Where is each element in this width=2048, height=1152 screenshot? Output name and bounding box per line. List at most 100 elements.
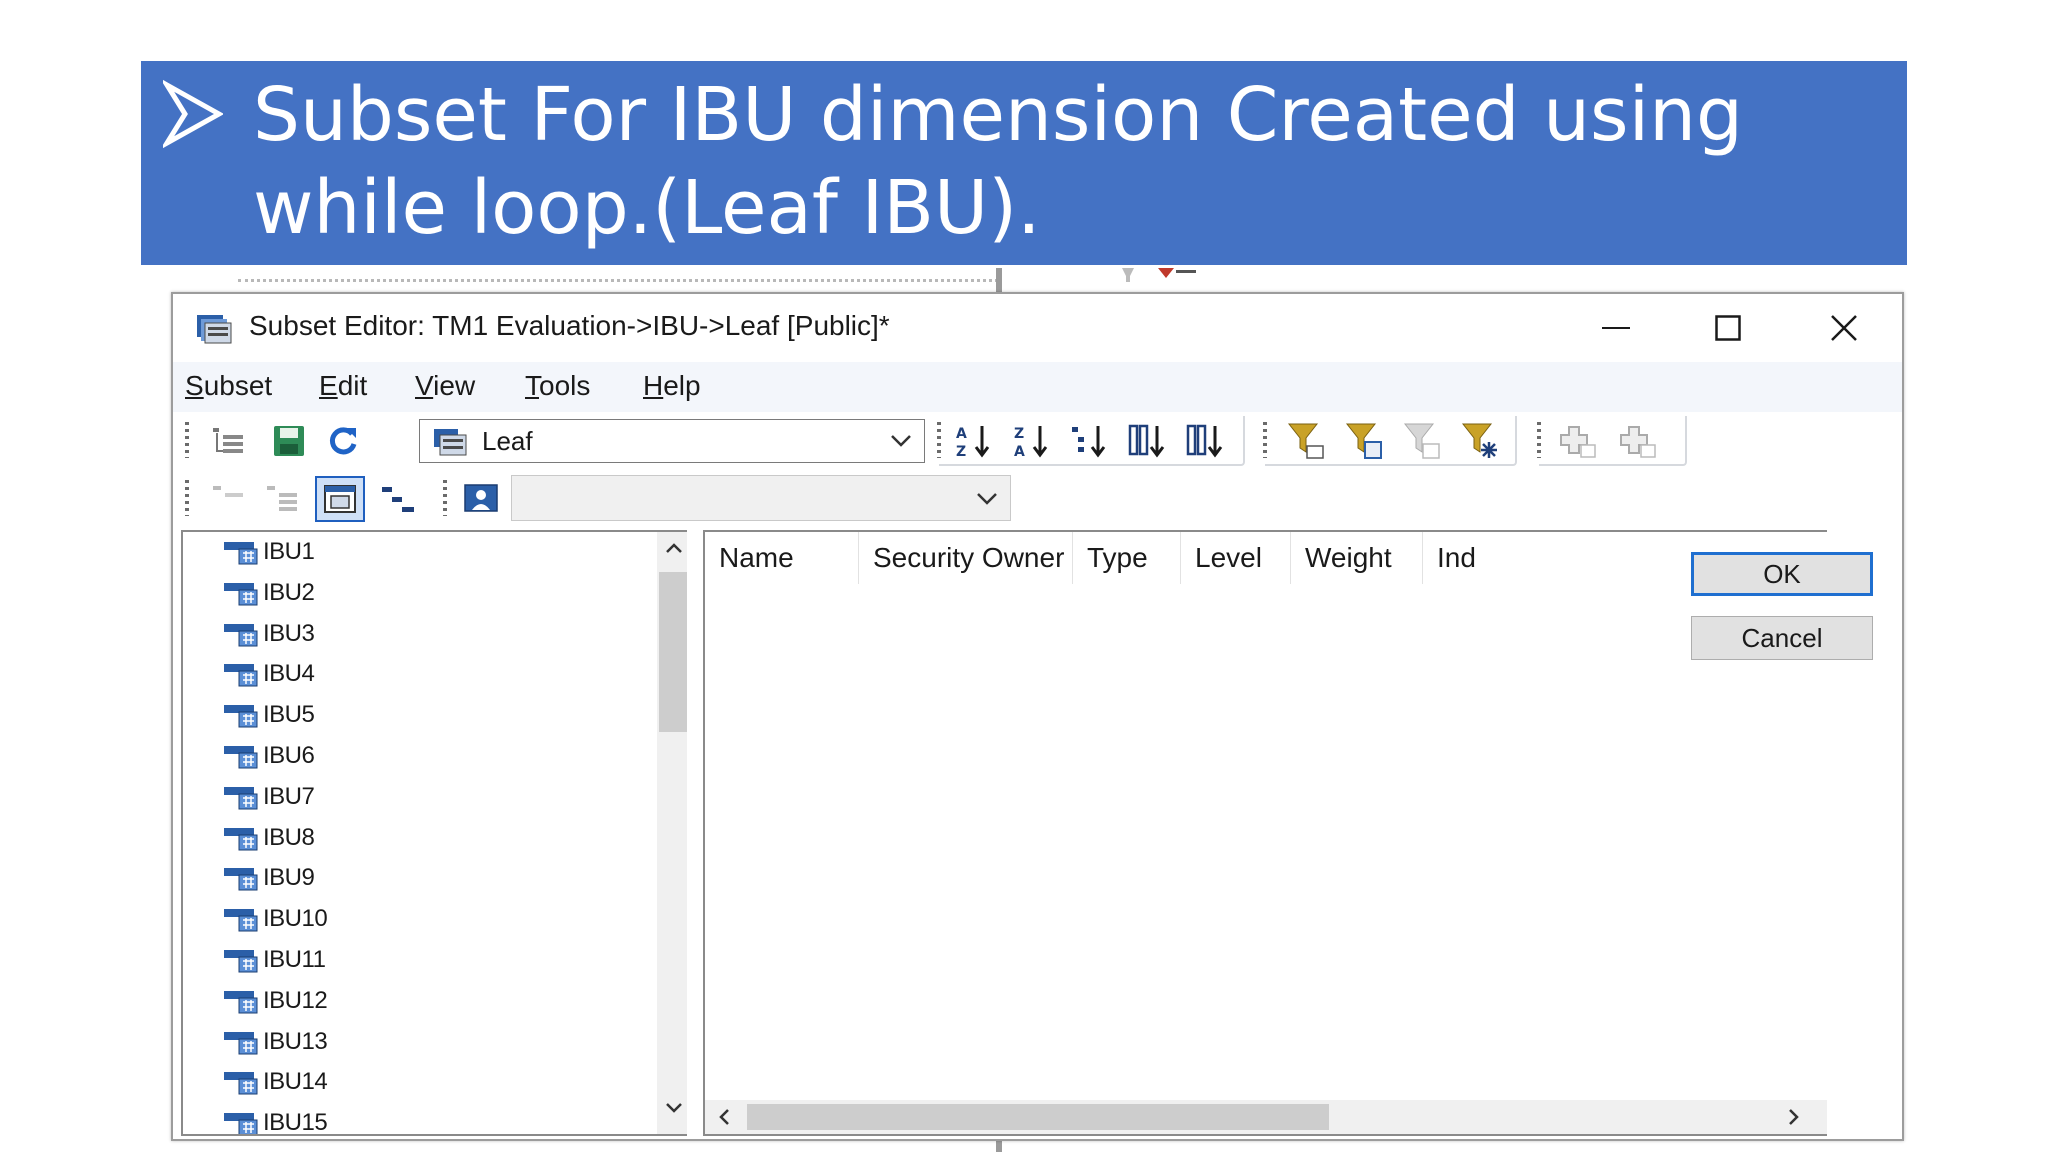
scroll-thumb[interactable] bbox=[747, 1104, 1329, 1130]
list-item[interactable]: IBU5 bbox=[223, 695, 315, 735]
collapse-icon bbox=[267, 486, 297, 511]
list-item-label: IBU11 bbox=[263, 946, 326, 973]
list-item-label: IBU6 bbox=[263, 742, 315, 769]
list-item-label: IBU5 bbox=[263, 701, 315, 729]
subset-select[interactable]: Leaf bbox=[419, 419, 925, 463]
main-toolbar: Leaf A Z Z A bbox=[181, 414, 1841, 466]
alias-button[interactable] bbox=[459, 478, 503, 520]
column-header-name[interactable]: Name bbox=[705, 532, 859, 584]
insert-element-icon bbox=[1620, 426, 1656, 458]
cancel-button[interactable]: Cancel bbox=[1691, 616, 1873, 660]
toolbar-grip[interactable] bbox=[937, 422, 941, 458]
list-item[interactable]: IBU8 bbox=[223, 818, 315, 858]
list-item[interactable]: IBU15 bbox=[223, 1103, 328, 1136]
alias-select[interactable] bbox=[511, 475, 1011, 521]
menu-subset[interactable]: Subset bbox=[185, 370, 272, 402]
available-elements-list[interactable]: IBU1 IBU2 IBU3 IBU4 IBU5 IBU6 IBU7 IBU8 IBU9 IBU1… bbox=[181, 530, 687, 1136]
numeric-element-icon bbox=[224, 827, 258, 851]
svg-text:Z: Z bbox=[956, 444, 966, 459]
toolbar-grip[interactable] bbox=[1263, 422, 1267, 458]
sort-index-desc-icon bbox=[1186, 424, 1223, 458]
properties-grid[interactable]: Name Security Owner Type Level Weight In… bbox=[703, 530, 1827, 1136]
filter-by-wildcard-button[interactable] bbox=[1459, 420, 1503, 462]
slide-title-banner: Subset For IBU dimension Created using w… bbox=[141, 61, 1907, 265]
chevron-down-icon bbox=[977, 493, 997, 505]
scroll-left-icon[interactable] bbox=[717, 1108, 731, 1126]
list-item[interactable]: IBU1 bbox=[223, 532, 315, 572]
menu-edit[interactable]: Edit bbox=[319, 370, 367, 402]
list-item[interactable]: IBU11 bbox=[223, 940, 326, 980]
list-vertical-scrollbar[interactable] bbox=[657, 532, 687, 1134]
svg-text:A: A bbox=[1014, 444, 1025, 459]
menu-help[interactable]: Help bbox=[643, 370, 701, 402]
list-item[interactable]: IBU13 bbox=[223, 1022, 328, 1062]
sort-descending-button[interactable]: Z A bbox=[1009, 420, 1053, 462]
menu-tools[interactable]: Tools bbox=[525, 370, 590, 402]
grid-horizontal-scrollbar[interactable] bbox=[705, 1100, 1827, 1134]
all-button[interactable] bbox=[207, 420, 251, 462]
svg-text:A: A bbox=[956, 426, 967, 442]
ok-button[interactable]: OK bbox=[1691, 552, 1873, 596]
chevron-down-icon bbox=[891, 435, 911, 447]
close-icon bbox=[1831, 315, 1857, 341]
tree-view-button[interactable] bbox=[377, 478, 421, 520]
toolbar-grip[interactable] bbox=[185, 480, 189, 516]
subset-all-icon bbox=[213, 428, 243, 453]
expand-button[interactable] bbox=[207, 478, 251, 520]
list-item[interactable]: IBU7 bbox=[223, 777, 315, 817]
filter-by-attribute-button[interactable] bbox=[1343, 420, 1387, 462]
column-header-type[interactable]: Type bbox=[1073, 532, 1181, 584]
list-item-label: IBU15 bbox=[263, 1109, 328, 1136]
insert-element-button[interactable] bbox=[1617, 420, 1661, 462]
menu-view[interactable]: View bbox=[415, 370, 475, 402]
numeric-element-icon bbox=[224, 1072, 258, 1095]
properties-window-toggle[interactable] bbox=[315, 476, 365, 522]
maximize-button[interactable] bbox=[1693, 300, 1763, 356]
list-item-label: IBU4 bbox=[263, 660, 315, 688]
sort-index-ascending-button[interactable] bbox=[1125, 420, 1169, 462]
scroll-right-icon[interactable] bbox=[1787, 1108, 1801, 1126]
list-item-label: IBU9 bbox=[263, 864, 315, 892]
filter-level-icon bbox=[1287, 423, 1324, 459]
numeric-element-icon bbox=[224, 950, 258, 973]
minimize-button[interactable] bbox=[1581, 300, 1651, 356]
scroll-thumb[interactable] bbox=[659, 572, 687, 732]
column-header-weight[interactable]: Weight bbox=[1291, 532, 1423, 584]
properties-window-icon bbox=[324, 485, 356, 513]
list-item[interactable]: IBU10 bbox=[223, 899, 328, 939]
insert-parent-button[interactable] bbox=[1557, 420, 1601, 462]
toolbar-grip[interactable] bbox=[1537, 422, 1541, 458]
list-item[interactable]: IBU12 bbox=[223, 981, 328, 1021]
column-header-index[interactable]: Ind bbox=[1423, 532, 1483, 584]
numeric-element-icon bbox=[224, 623, 258, 647]
scroll-up-icon[interactable] bbox=[665, 542, 683, 554]
save-button[interactable] bbox=[267, 420, 311, 462]
svg-text:Z: Z bbox=[1014, 426, 1024, 442]
subset-icon bbox=[434, 429, 467, 456]
column-header-level[interactable]: Level bbox=[1181, 532, 1291, 584]
toolbar-grip[interactable] bbox=[443, 480, 447, 516]
numeric-element-icon bbox=[224, 990, 258, 1014]
list-item[interactable]: IBU9 bbox=[223, 858, 315, 898]
scroll-down-icon[interactable] bbox=[665, 1102, 683, 1114]
list-item[interactable]: IBU4 bbox=[223, 654, 315, 694]
toolbar-grip[interactable] bbox=[185, 422, 189, 458]
refresh-button[interactable] bbox=[321, 420, 365, 462]
list-item[interactable]: IBU3 bbox=[223, 614, 315, 654]
filter-by-level-button[interactable] bbox=[1285, 420, 1329, 462]
list-item[interactable]: IBU6 bbox=[223, 736, 315, 776]
collapse-button[interactable] bbox=[261, 478, 305, 520]
sort-ascending-button[interactable]: A Z bbox=[951, 420, 995, 462]
sort-index-descending-button[interactable] bbox=[1183, 420, 1227, 462]
list-item[interactable]: IBU14 bbox=[223, 1062, 328, 1102]
list-item-label: IBU2 bbox=[263, 578, 315, 606]
column-header-security-owner[interactable]: Security Owner bbox=[859, 532, 1073, 584]
subset-select-value: Leaf bbox=[482, 426, 533, 456]
window-titlebar[interactable]: Subset Editor: TM1 Evaluation->IBU->Leaf… bbox=[173, 294, 1902, 362]
sort-hierarchy-button[interactable] bbox=[1067, 420, 1111, 462]
list-item[interactable]: IBU2 bbox=[223, 573, 315, 613]
sort-hierarchy-icon bbox=[1072, 426, 1106, 458]
close-button[interactable] bbox=[1809, 300, 1879, 356]
insert-parent-icon bbox=[1560, 426, 1596, 458]
filter-by-view-button[interactable] bbox=[1401, 420, 1445, 462]
